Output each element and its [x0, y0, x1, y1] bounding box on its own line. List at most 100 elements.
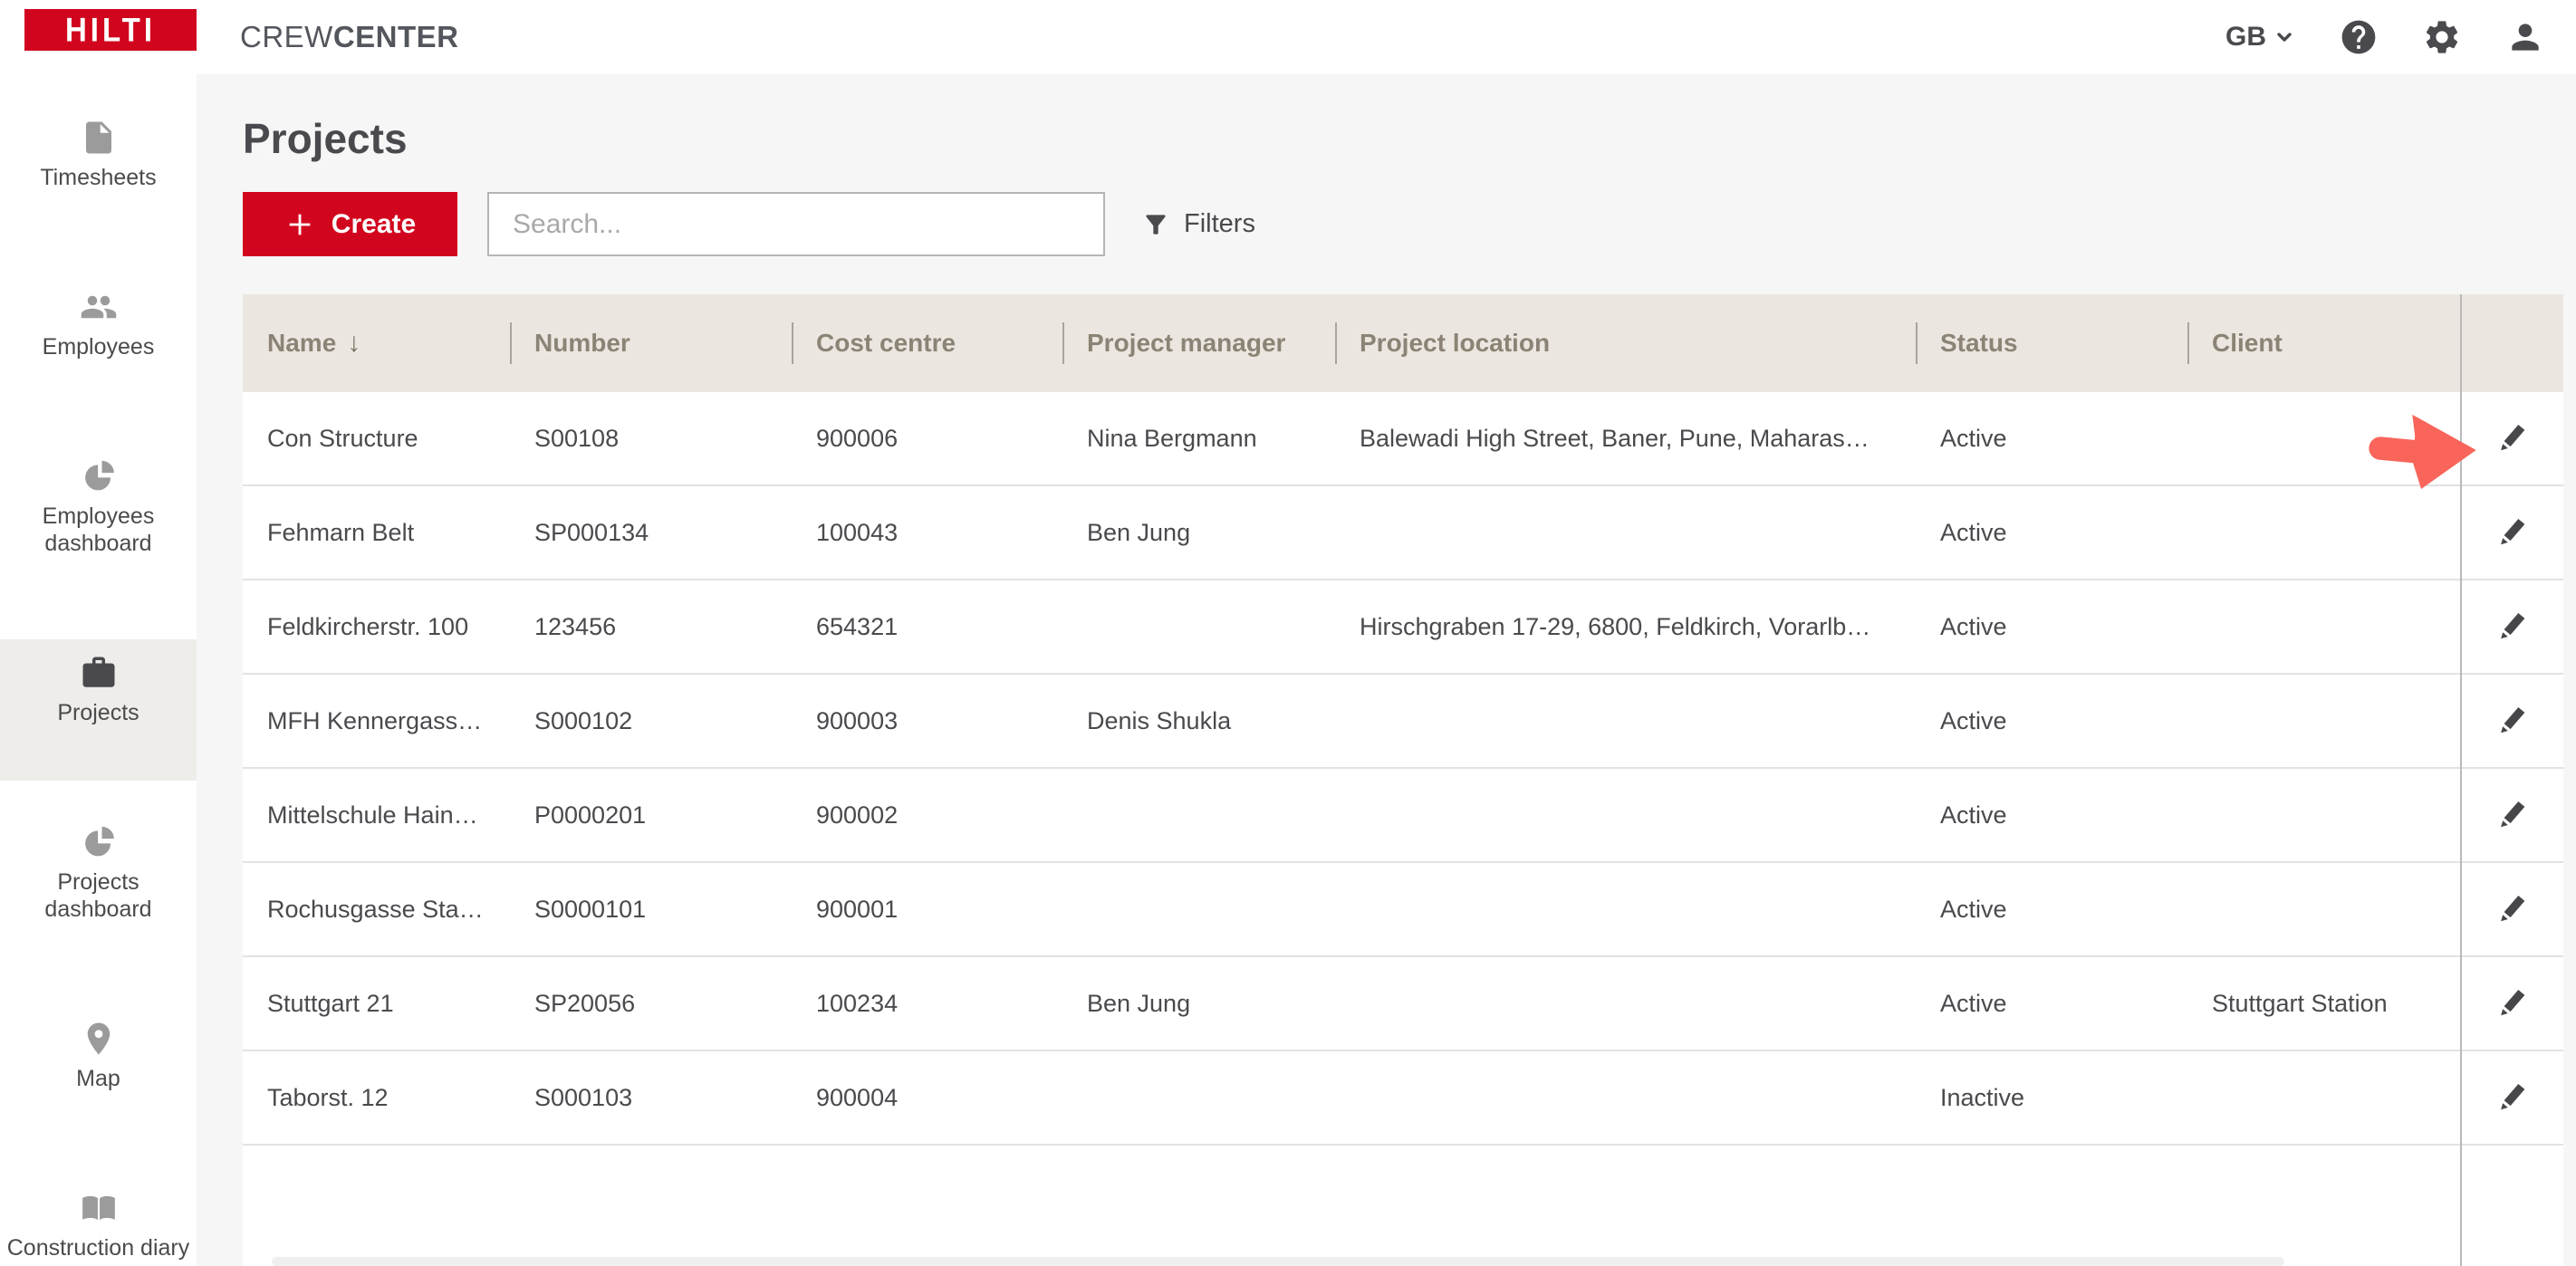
cell-cost-centre: 100234 — [792, 957, 1062, 1050]
edit-button[interactable] — [2485, 976, 2539, 1031]
sidebar-item-map[interactable]: Map — [0, 1005, 197, 1146]
cell-cost-centre: 900004 — [792, 1051, 1062, 1144]
sidebar-item-employees-dashboard[interactable]: Employees dashboard — [0, 443, 197, 611]
pencil-icon — [2493, 702, 2531, 740]
cell-project-manager — [1062, 863, 1335, 955]
create-button[interactable]: Create — [243, 192, 457, 256]
filters-label: Filters — [1184, 209, 1255, 239]
column-header-client[interactable]: Client — [2187, 294, 2460, 392]
edit-button[interactable] — [2485, 788, 2539, 842]
cell-status: Active — [1916, 769, 2187, 861]
table-row[interactable]: Stuttgart 21 SP20056 100234 Ben Jung Act… — [243, 957, 2563, 1051]
cell-number: SP20056 — [510, 957, 792, 1050]
cell-client — [2187, 675, 2460, 767]
sort-desc-icon: ↓ — [347, 328, 360, 359]
table-header-row: Name ↓ Number Cost centre Project manage… — [243, 294, 2563, 392]
cell-name: MFH Kennergass… — [243, 675, 510, 767]
cell-project-location: Balewadi High Street, Baner, Pune, Mahar… — [1335, 392, 1916, 484]
cell-status: Inactive — [1916, 1051, 2187, 1144]
cell-project-location — [1335, 1051, 1916, 1144]
table-row[interactable]: MFH Kennergass… S000102 900003 Denis Shu… — [243, 675, 2563, 769]
cell-status: Active — [1916, 863, 2187, 955]
column-header-name[interactable]: Name ↓ — [243, 294, 510, 392]
column-header-status[interactable]: Status — [1916, 294, 2187, 392]
sidebar-item-label: Employees dashboard — [5, 503, 191, 557]
table-row[interactable]: Con Structure S00108 900006 Nina Bergman… — [243, 392, 2563, 486]
search-input[interactable] — [487, 192, 1105, 256]
cell-client: Stuttgart Station — [2187, 957, 2460, 1050]
map-pin-icon — [80, 1020, 118, 1058]
filters-button[interactable]: Filters — [1141, 192, 1255, 256]
sidebar-item-employees[interactable]: Employees — [0, 273, 197, 415]
edit-button[interactable] — [2485, 694, 2539, 748]
table-row[interactable]: Taborst. 12 S000103 900004 Inactive — [243, 1051, 2563, 1146]
cell-name: Feldkircherstr. 100 — [243, 580, 510, 673]
column-header-actions — [2460, 294, 2563, 392]
sidebar-item-timesheets[interactable]: Timesheets — [0, 104, 197, 245]
account-button[interactable] — [2505, 17, 2545, 57]
cell-status: Active — [1916, 580, 2187, 673]
people-icon — [80, 288, 118, 326]
cell-name: Stuttgart 21 — [243, 957, 510, 1050]
cell-client — [2187, 392, 2460, 484]
edit-button[interactable] — [2485, 411, 2539, 465]
column-header-cost-centre[interactable]: Cost centre — [792, 294, 1062, 392]
sidebar: Timesheets Employees Employees dashboard… — [0, 74, 197, 1266]
cell-name: Con Structure — [243, 392, 510, 484]
pencil-icon — [2493, 1079, 2531, 1117]
hilti-logo-text: HILTI — [65, 11, 156, 50]
sidebar-item-label: Map — [76, 1065, 120, 1092]
hilti-logo[interactable]: HILTI — [24, 9, 197, 51]
cell-project-location — [1335, 486, 1916, 579]
sidebar-item-label: Projects dashboard — [5, 868, 191, 923]
sidebar-item-projects[interactable]: Projects — [0, 639, 197, 781]
cell-project-location — [1335, 769, 1916, 861]
chevron-down-icon — [2273, 26, 2295, 48]
settings-button[interactable] — [2422, 17, 2462, 57]
briefcase-icon — [80, 654, 118, 692]
help-icon — [2339, 17, 2379, 57]
cell-status: Active — [1916, 675, 2187, 767]
cell-name: Rochusgasse Sta… — [243, 863, 510, 955]
cell-status: Active — [1916, 486, 2187, 579]
sidebar-item-construction-diary[interactable]: Construction diary — [0, 1175, 197, 1266]
column-header-project-manager[interactable]: Project manager — [1062, 294, 1335, 392]
cell-number: S000103 — [510, 1051, 792, 1144]
table-row[interactable]: Feldkircherstr. 100 123456 654321 Hirsch… — [243, 580, 2563, 675]
table-row[interactable]: Fehmarn Belt SP000134 100043 Ben Jung Ac… — [243, 486, 2563, 580]
language-code: GB — [2225, 22, 2266, 53]
person-icon — [2505, 17, 2545, 57]
projects-table: Name ↓ Number Cost centre Project manage… — [243, 294, 2563, 1266]
cell-number: 123456 — [510, 580, 792, 673]
edit-button[interactable] — [2485, 599, 2539, 654]
page-title: Projects — [243, 114, 408, 163]
cell-number: S000102 — [510, 675, 792, 767]
pencil-icon — [2493, 419, 2531, 457]
horizontal-scrollbar[interactable] — [272, 1257, 2284, 1266]
app-title: CREWCENTER — [240, 0, 459, 74]
cell-status: Active — [1916, 392, 2187, 484]
cell-name: Fehmarn Belt — [243, 486, 510, 579]
cell-project-manager: Ben Jung — [1062, 957, 1335, 1050]
table-row[interactable]: Rochusgasse Sta… S0000101 900001 Active — [243, 863, 2563, 957]
edit-button[interactable] — [2485, 1070, 2539, 1125]
pencil-icon — [2493, 796, 2531, 834]
cell-client — [2187, 769, 2460, 861]
cell-name: Mittelschule Hain… — [243, 769, 510, 861]
table-row[interactable]: Mittelschule Hain… P0000201 900002 Activ… — [243, 769, 2563, 863]
language-selector[interactable]: GB — [2225, 22, 2295, 53]
cell-project-manager — [1062, 580, 1335, 673]
cell-number: S00108 — [510, 392, 792, 484]
edit-button[interactable] — [2485, 505, 2539, 560]
cell-client — [2187, 1051, 2460, 1144]
cell-cost-centre: 900006 — [792, 392, 1062, 484]
sidebar-item-projects-dashboard[interactable]: Projects dashboard — [0, 809, 197, 977]
column-header-project-location[interactable]: Project location — [1335, 294, 1916, 392]
column-header-number[interactable]: Number — [510, 294, 792, 392]
edit-button[interactable] — [2485, 882, 2539, 936]
help-button[interactable] — [2339, 17, 2379, 57]
create-button-label: Create — [332, 209, 416, 240]
pie-chart-icon — [80, 823, 118, 861]
cell-project-manager: Ben Jung — [1062, 486, 1335, 579]
pencil-icon — [2493, 608, 2531, 646]
